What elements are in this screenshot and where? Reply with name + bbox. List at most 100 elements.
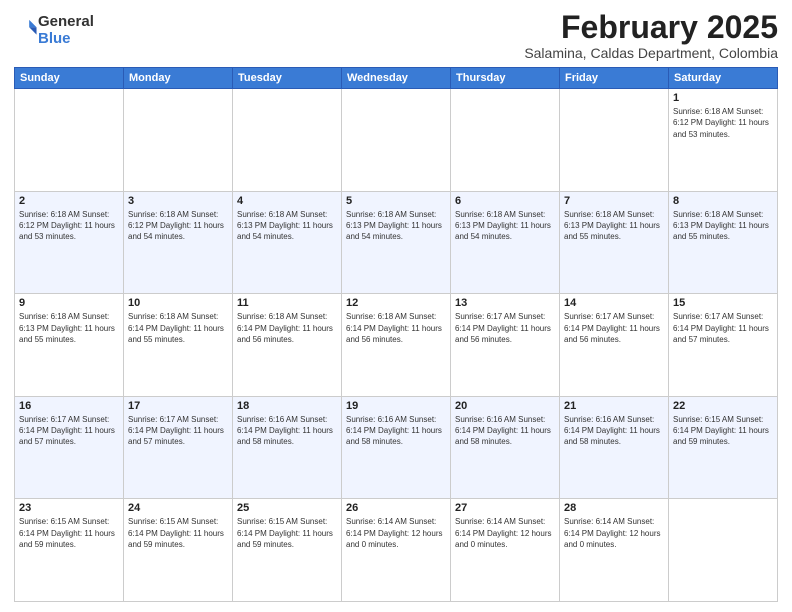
day-info: Sunrise: 6:15 AM Sunset: 6:14 PM Dayligh… (19, 516, 119, 550)
calendar-table: Sunday Monday Tuesday Wednesday Thursday… (14, 67, 778, 602)
day-number: 4 (237, 195, 337, 207)
week-row-4: 16Sunrise: 6:17 AM Sunset: 6:14 PM Dayli… (15, 396, 778, 499)
header-friday: Friday (560, 68, 669, 89)
day-cell-0-6: 1Sunrise: 6:18 AM Sunset: 6:12 PM Daylig… (669, 89, 778, 192)
day-info: Sunrise: 6:17 AM Sunset: 6:14 PM Dayligh… (564, 311, 664, 345)
day-info: Sunrise: 6:17 AM Sunset: 6:14 PM Dayligh… (19, 414, 119, 448)
day-cell-1-0: 2Sunrise: 6:18 AM Sunset: 6:12 PM Daylig… (15, 191, 124, 294)
day-cell-4-3: 26 Sunrise: 6:14 AM Sunset: 6:14 PM Dayli… (342, 499, 451, 602)
day-number: 17 (128, 400, 228, 412)
day-number: 13 (455, 297, 555, 309)
day-info: Sunrise: 6:18 AM Sunset: 6:13 PM Dayligh… (564, 209, 664, 243)
day-number: 25 (237, 502, 337, 514)
day-cell-3-4: 20 Sunrise: 6:16 AM Sunset: 6:14 PM Dayli… (451, 396, 560, 499)
day-cell-3-2: 18 Sunrise: 6:16 AM Sunset: 6:14 PM Dayli… (233, 396, 342, 499)
day-cell-2-4: 13 Sunrise: 6:17 AM Sunset: 6:14 PM Dayli… (451, 294, 560, 397)
day-cell-0-2 (233, 89, 342, 192)
day-info: Sunrise: 6:18 AM Sunset: 6:13 PM Dayligh… (19, 311, 119, 345)
day-info: Sunrise: 6:18 AM Sunset: 6:12 PM Dayligh… (128, 209, 228, 243)
day-info: Sunrise: 6:17 AM Sunset: 6:14 PM Dayligh… (455, 311, 555, 345)
day-info: Sunrise: 6:18 AM Sunset: 6:14 PM Dayligh… (128, 311, 228, 345)
day-number: 11 (237, 297, 337, 309)
day-cell-4-1: 24 Sunrise: 6:15 AM Sunset: 6:14 PM Dayli… (124, 499, 233, 602)
day-number: 24 (128, 502, 228, 514)
day-info: Sunrise: 6:15 AM Sunset: 6:14 PM Dayligh… (673, 414, 773, 448)
day-cell-0-1 (124, 89, 233, 192)
day-cell-3-3: 19 Sunrise: 6:16 AM Sunset: 6:14 PM Dayli… (342, 396, 451, 499)
day-number: 10 (128, 297, 228, 309)
header-wednesday: Wednesday (342, 68, 451, 89)
day-info: Sunrise: 6:16 AM Sunset: 6:14 PM Dayligh… (346, 414, 446, 448)
day-info: Sunrise: 6:17 AM Sunset: 6:14 PM Dayligh… (128, 414, 228, 448)
day-info: Sunrise: 6:18 AM Sunset: 6:13 PM Dayligh… (455, 209, 555, 243)
day-number: 18 (237, 400, 337, 412)
day-cell-4-0: 23 Sunrise: 6:15 AM Sunset: 6:14 PM Dayli… (15, 499, 124, 602)
day-number: 19 (346, 400, 446, 412)
day-cell-3-5: 21 Sunrise: 6:16 AM Sunset: 6:14 PM Dayli… (560, 396, 669, 499)
day-cell-4-4: 27Sunrise: 6:14 AM Sunset: 6:14 PM Dayli… (451, 499, 560, 602)
day-cell-2-3: 12 Sunrise: 6:18 AM Sunset: 6:14 PM Dayli… (342, 294, 451, 397)
day-info: Sunrise: 6:14 AM Sunset: 6:14 PM Dayligh… (455, 516, 555, 550)
day-cell-1-6: 8 Sunrise: 6:18 AM Sunset: 6:13 PM Daylig… (669, 191, 778, 294)
day-cell-4-2: 25 Sunrise: 6:15 AM Sunset: 6:14 PM Dayli… (233, 499, 342, 602)
day-cell-4-5: 28Sunrise: 6:14 AM Sunset: 6:14 PM Dayli… (560, 499, 669, 602)
day-info: Sunrise: 6:14 AM Sunset: 6:14 PM Dayligh… (564, 516, 664, 550)
day-info: Sunrise: 6:18 AM Sunset: 6:14 PM Dayligh… (346, 311, 446, 345)
day-cell-1-3: 5Sunrise: 6:18 AM Sunset: 6:13 PM Daylig… (342, 191, 451, 294)
day-cell-2-5: 14Sunrise: 6:17 AM Sunset: 6:14 PM Dayli… (560, 294, 669, 397)
title-block: February 2025 Salamina, Caldas Departmen… (524, 10, 778, 61)
day-cell-0-5 (560, 89, 669, 192)
day-info: Sunrise: 6:16 AM Sunset: 6:14 PM Dayligh… (564, 414, 664, 448)
day-info: Sunrise: 6:17 AM Sunset: 6:14 PM Dayligh… (673, 311, 773, 345)
day-info: Sunrise: 6:18 AM Sunset: 6:13 PM Dayligh… (237, 209, 337, 243)
day-cell-2-0: 9 Sunrise: 6:18 AM Sunset: 6:13 PM Daylig… (15, 294, 124, 397)
week-row-2: 2 Sunrise: 6:18 AM Sunset: 6:12 PM Daylig… (15, 191, 778, 294)
day-number: 12 (346, 297, 446, 309)
header-sunday: Sunday (15, 68, 124, 89)
day-cell-2-6: 15 Sunrise: 6:17 AM Sunset: 6:14 PM Dayli… (669, 294, 778, 397)
day-number: 3 (128, 195, 228, 207)
day-cell-1-5: 7 Sunrise: 6:18 AM Sunset: 6:13 PM Daylig… (560, 191, 669, 294)
day-number: 20 (455, 400, 555, 412)
logo-icon (16, 17, 38, 39)
location-title: Salamina, Caldas Department, Colombia (524, 45, 778, 61)
day-cell-0-4 (451, 89, 560, 192)
day-number: 6 (455, 195, 555, 207)
day-number: 23 (19, 502, 119, 514)
day-info: Sunrise: 6:15 AM Sunset: 6:14 PM Dayligh… (128, 516, 228, 550)
day-number: 22 (673, 400, 773, 412)
day-cell-3-1: 17 Sunrise: 6:17 AM Sunset: 6:14 PM Dayli… (124, 396, 233, 499)
day-number: 21 (564, 400, 664, 412)
page: General Blue February 2025 Salamina, Cal… (0, 0, 792, 612)
day-info: Sunrise: 6:18 AM Sunset: 6:13 PM Dayligh… (673, 209, 773, 243)
day-cell-1-2: 4 Sunrise: 6:18 AM Sunset: 6:13 PM Daylig… (233, 191, 342, 294)
header: General Blue February 2025 Salamina, Cal… (14, 10, 778, 61)
header-monday: Monday (124, 68, 233, 89)
month-title: February 2025 (524, 10, 778, 45)
day-number: 1 (673, 92, 773, 104)
logo-text: General Blue (38, 14, 94, 47)
day-cell-4-6 (669, 499, 778, 602)
day-number: 2 (19, 195, 119, 207)
day-cell-3-0: 16Sunrise: 6:17 AM Sunset: 6:14 PM Dayli… (15, 396, 124, 499)
day-cell-3-6: 22 Sunrise: 6:15 AM Sunset: 6:14 PM Dayli… (669, 396, 778, 499)
logo-general: General (38, 13, 94, 30)
day-info: Sunrise: 6:15 AM Sunset: 6:14 PM Dayligh… (237, 516, 337, 550)
day-info: Sunrise: 6:16 AM Sunset: 6:14 PM Dayligh… (455, 414, 555, 448)
day-info: Sunrise: 6:18 AM Sunset: 6:13 PM Dayligh… (346, 209, 446, 243)
week-row-5: 23 Sunrise: 6:15 AM Sunset: 6:14 PM Dayli… (15, 499, 778, 602)
logo: General Blue (14, 14, 94, 47)
day-number: 15 (673, 297, 773, 309)
header-tuesday: Tuesday (233, 68, 342, 89)
day-number: 7 (564, 195, 664, 207)
day-cell-0-0 (15, 89, 124, 192)
day-info: Sunrise: 6:18 AM Sunset: 6:14 PM Dayligh… (237, 311, 337, 345)
day-info: Sunrise: 6:16 AM Sunset: 6:14 PM Dayligh… (237, 414, 337, 448)
day-number: 8 (673, 195, 773, 207)
day-cell-2-2: 11 Sunrise: 6:18 AM Sunset: 6:14 PM Dayli… (233, 294, 342, 397)
header-thursday: Thursday (451, 68, 560, 89)
day-number: 26 (346, 502, 446, 514)
day-number: 9 (19, 297, 119, 309)
day-info: Sunrise: 6:14 AM Sunset: 6:14 PM Dayligh… (346, 516, 446, 550)
day-cell-1-4: 6 Sunrise: 6:18 AM Sunset: 6:13 PM Daylig… (451, 191, 560, 294)
